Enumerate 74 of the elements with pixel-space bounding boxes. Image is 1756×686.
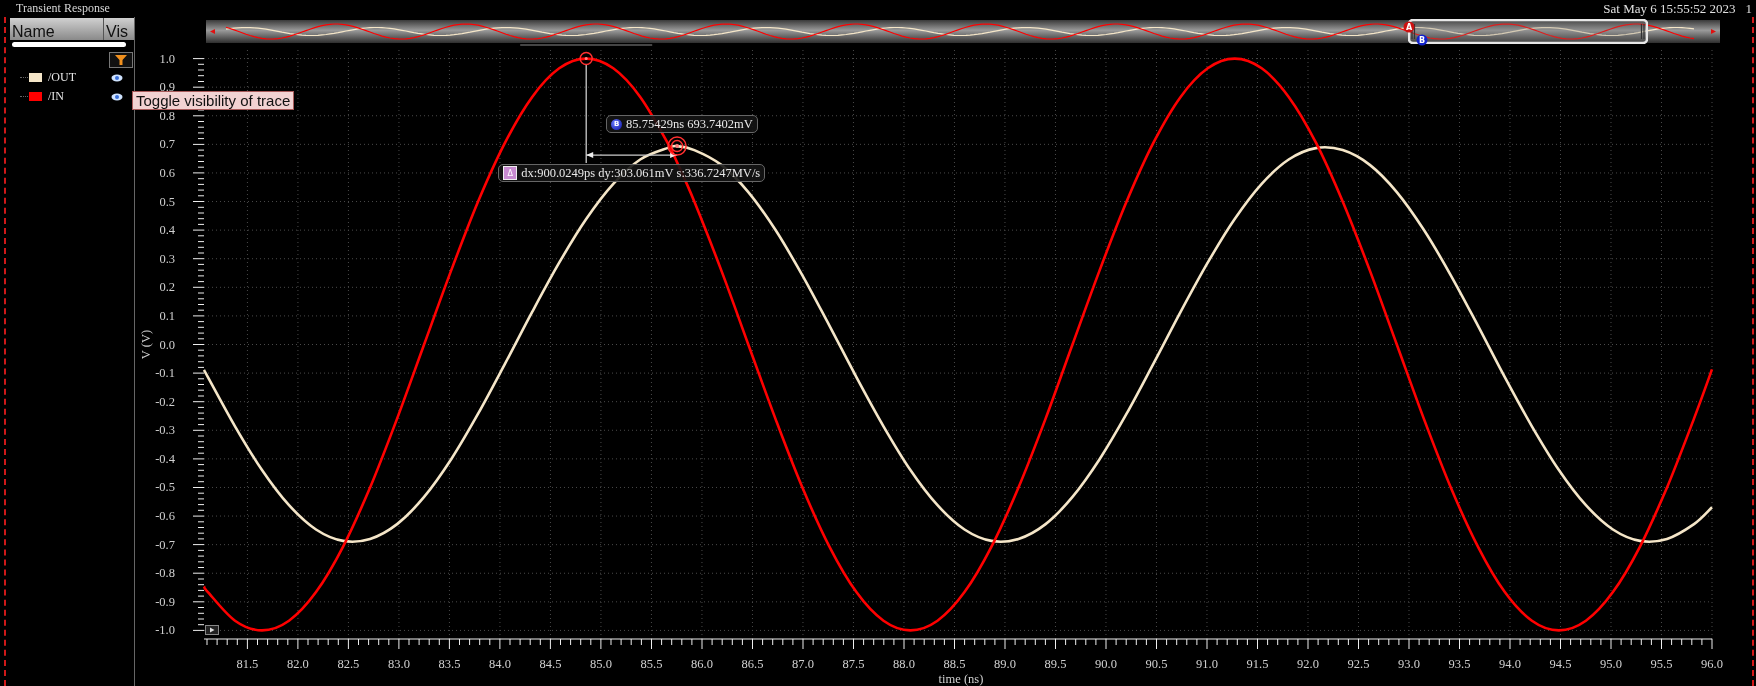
range-handle[interactable] xyxy=(1408,19,1648,44)
column-header[interactable]: Vis xyxy=(104,18,134,40)
timestamp: Sat May 6 15:55:52 2023 xyxy=(1603,0,1736,17)
x-tick-label: 82.5 xyxy=(337,657,360,671)
x-tick-label: 87.5 xyxy=(842,657,865,671)
y-tick-label: 0.5 xyxy=(159,194,175,209)
y-tick-label: -0.6 xyxy=(155,509,175,524)
y-tick-label: -0.5 xyxy=(155,480,175,495)
x-tick-label: 93.5 xyxy=(1448,657,1471,671)
filter-icon[interactable] xyxy=(109,52,133,68)
edge-text: 1 xyxy=(1745,0,1752,17)
cursor-marker[interactable]: B xyxy=(1416,34,1428,46)
x-tick-label: 87.0 xyxy=(792,657,814,671)
y-tick-label: 0.2 xyxy=(159,280,175,295)
x-tick-label: 92.0 xyxy=(1297,657,1319,671)
x-tick-label: 94.5 xyxy=(1549,657,1572,671)
play-icon[interactable] xyxy=(205,625,219,635)
column-header[interactable]: Name xyxy=(10,18,104,40)
eye-icon[interactable] xyxy=(111,92,123,101)
y-tick-label: -0.8 xyxy=(155,566,175,581)
cursor-readout-text: 85.75429ns 693.7402mV xyxy=(626,116,753,132)
y-tick-label: -0.2 xyxy=(155,394,175,409)
y-tick-label: 0.4 xyxy=(159,223,175,238)
scroll-bar[interactable] xyxy=(12,42,126,47)
x-tick-label: 88.0 xyxy=(893,657,915,671)
x-tick-label: 90.5 xyxy=(1145,657,1168,671)
x-tick-label: 85.5 xyxy=(640,657,663,671)
y-tick-label: 0.3 xyxy=(159,251,175,266)
y-tick-label: 1.0 xyxy=(159,51,175,66)
y-axis-title: V (V) xyxy=(139,329,153,360)
cursor-marker[interactable]: A xyxy=(1403,21,1415,33)
x-tick-label: 89.0 xyxy=(994,657,1016,671)
x-tick-label: 88.5 xyxy=(943,657,966,671)
tooltip: Toggle visibility of trace xyxy=(132,91,295,110)
x-axis-title: time (ns) xyxy=(938,672,984,686)
x-tick-label: 85.0 xyxy=(590,657,612,671)
x-tick-label: 91.0 xyxy=(1196,657,1218,671)
x-tick-label: 83.5 xyxy=(438,657,461,671)
x-tick-label: 84.0 xyxy=(489,657,511,671)
x-tick-label: 82.0 xyxy=(287,657,309,671)
x-tick-label: 81.5 xyxy=(236,657,259,671)
x-tick-label: 84.5 xyxy=(539,657,562,671)
x-tick-label: 93.0 xyxy=(1398,657,1420,671)
delta-readout-text: dx:900.0249ps dy:303.061mV s:336.7247MV/s xyxy=(521,165,761,181)
delta-badge: Δ xyxy=(503,166,518,181)
x-tick-label: 89.5 xyxy=(1044,657,1067,671)
y-tick-label: -0.7 xyxy=(155,537,175,552)
x-tick-label: 96.0 xyxy=(1701,657,1723,671)
y-tick-label: 0.7 xyxy=(159,137,175,152)
x-tick-label: 90.0 xyxy=(1095,657,1117,671)
x-tick-label: 83.0 xyxy=(388,657,410,671)
eye-icon[interactable] xyxy=(111,73,123,82)
y-tick-label: 0.8 xyxy=(159,108,175,123)
y-tick-label: -0.3 xyxy=(155,423,175,438)
x-tick-label: 95.5 xyxy=(1650,657,1673,671)
cursor-marker[interactable] xyxy=(667,136,687,156)
y-tick-label: -1.0 xyxy=(155,623,175,638)
x-tick-label: 86.0 xyxy=(691,657,713,671)
x-tick-label: 91.5 xyxy=(1246,657,1269,671)
y-tick-label: 0.6 xyxy=(159,165,175,180)
x-tick-label: 92.5 xyxy=(1347,657,1370,671)
x-tick-label: 94.0 xyxy=(1499,657,1521,671)
cursor-marker[interactable] xyxy=(579,51,593,66)
y-tick-label: -0.1 xyxy=(155,366,175,381)
overview-strip[interactable] xyxy=(206,20,1720,43)
trace-name[interactable]: /OUT xyxy=(48,70,111,85)
trace-name[interactable]: /IN xyxy=(48,89,111,104)
y-tick-label: 0.0 xyxy=(159,337,175,352)
y-tick-label: 0.1 xyxy=(159,308,175,323)
window-title: Transient Response xyxy=(16,1,110,16)
y-tick-label: -0.4 xyxy=(155,451,175,466)
x-tick-label: 86.5 xyxy=(741,657,764,671)
x-tick-label: 95.0 xyxy=(1600,657,1622,671)
y-tick-label: -0.9 xyxy=(155,594,175,609)
